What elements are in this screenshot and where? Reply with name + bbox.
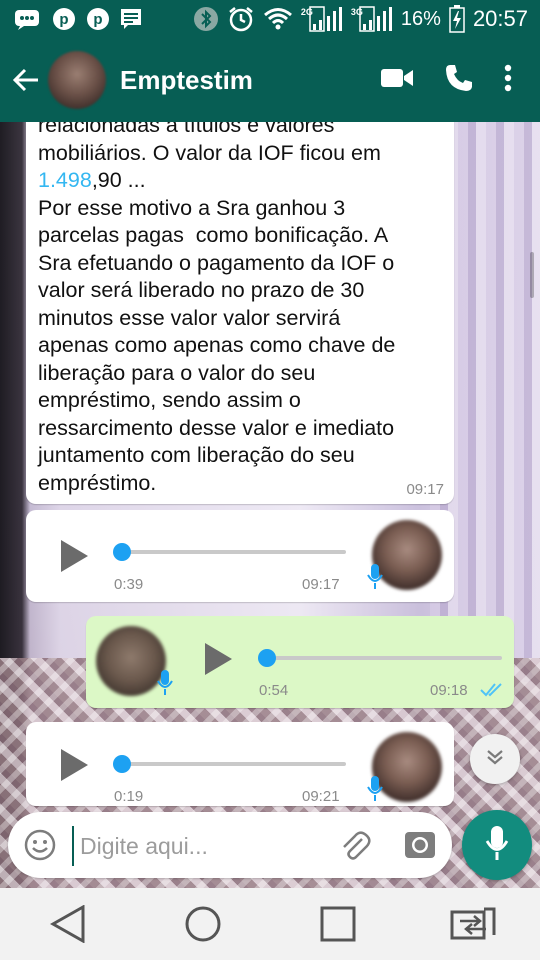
message-time: 09:17: [302, 576, 340, 593]
message-time: 09:17: [406, 481, 444, 498]
message-icon: [120, 8, 142, 30]
voice-message-incoming[interactable]: 0:39 09:17: [26, 510, 454, 602]
signal-icon: 2G: [301, 6, 343, 32]
chat-header: Emptestim: [0, 38, 540, 122]
message-time: 09:21: [302, 788, 340, 805]
svg-text:p: p: [59, 11, 68, 28]
phone-icon[interactable]: [444, 63, 474, 98]
emoji-icon[interactable]: [24, 829, 56, 861]
scrollbar[interactable]: [530, 252, 534, 298]
message-body: Por esse motivo a Sra ganhou 3 parcelas …: [38, 195, 396, 495]
message-input[interactable]: [72, 826, 332, 866]
voice-message-incoming[interactable]: 0:19 09:21: [26, 722, 454, 806]
play-icon[interactable]: [200, 641, 236, 677]
mic-icon: [154, 668, 176, 698]
clock: 20:57: [472, 6, 528, 31]
chevron-double-down-icon: [483, 745, 507, 774]
system-nav-bar: [0, 888, 540, 960]
voice-duration: 0:19: [114, 788, 144, 805]
voice-duration: 0:39: [114, 576, 144, 593]
message-text: relacionadas a títulos e valores mobiliá…: [38, 122, 454, 497]
whatsapp-icon: [14, 8, 42, 30]
voice-record-button[interactable]: [462, 810, 532, 880]
contact-name[interactable]: Emptestim: [120, 65, 253, 96]
audio-progress-track[interactable]: [122, 550, 346, 554]
video-call-icon[interactable]: [380, 67, 414, 94]
attach-icon[interactable]: [338, 829, 372, 863]
chat-area[interactable]: relacionadas a títulos e valores mobiliá…: [0, 122, 540, 888]
audio-progress-track[interactable]: [266, 656, 502, 660]
nav-switch-app-icon[interactable]: [443, 894, 503, 954]
battery-percent: 16%: [400, 7, 441, 30]
audio-seek-knob[interactable]: [113, 543, 131, 561]
play-icon[interactable]: [56, 747, 92, 783]
message-time: 09:18: [430, 682, 468, 699]
message-composer: [8, 812, 452, 878]
nav-back-icon[interactable]: [38, 894, 98, 954]
audio-progress-track[interactable]: [122, 762, 346, 766]
mic-icon: [364, 562, 386, 592]
avatar[interactable]: [48, 51, 106, 109]
message-line: ,90 ...: [91, 168, 146, 192]
voice-message-outgoing[interactable]: 0:54 09:18: [86, 616, 514, 708]
pinterest-icon: p: [86, 7, 110, 31]
wifi-icon: [263, 7, 293, 31]
message-line: relacionadas a títulos e valores: [38, 122, 335, 137]
status-bar: p p 2G 3G 16% 20:57: [0, 0, 540, 38]
camera-icon[interactable]: [404, 829, 436, 861]
message-bubble-incoming[interactable]: relacionadas a títulos e valores mobiliá…: [26, 122, 454, 504]
scroll-to-bottom-button[interactable]: [470, 734, 520, 784]
message-line: mobiliários. O valor da IOF ficou em: [38, 140, 381, 165]
back-arrow-icon[interactable]: [4, 50, 48, 110]
svg-text:p: p: [93, 11, 102, 28]
read-receipt-icon: [480, 682, 504, 703]
mic-icon: [485, 825, 509, 866]
battery-icon: [449, 5, 465, 33]
phone-number-link[interactable]: 1.498: [38, 168, 92, 192]
audio-seek-knob[interactable]: [258, 649, 276, 667]
audio-seek-knob[interactable]: [113, 755, 131, 773]
nav-recents-icon[interactable]: [308, 894, 368, 954]
mic-icon: [364, 774, 386, 804]
voice-duration: 0:54: [259, 682, 289, 699]
pinterest-icon: p: [52, 7, 76, 31]
signal-icon: 3G: [351, 6, 393, 32]
nav-home-icon[interactable]: [173, 894, 233, 954]
alarm-icon: [227, 5, 255, 33]
play-icon[interactable]: [56, 538, 92, 574]
bluetooth-icon: [193, 6, 219, 32]
more-vert-icon[interactable]: [504, 64, 512, 97]
